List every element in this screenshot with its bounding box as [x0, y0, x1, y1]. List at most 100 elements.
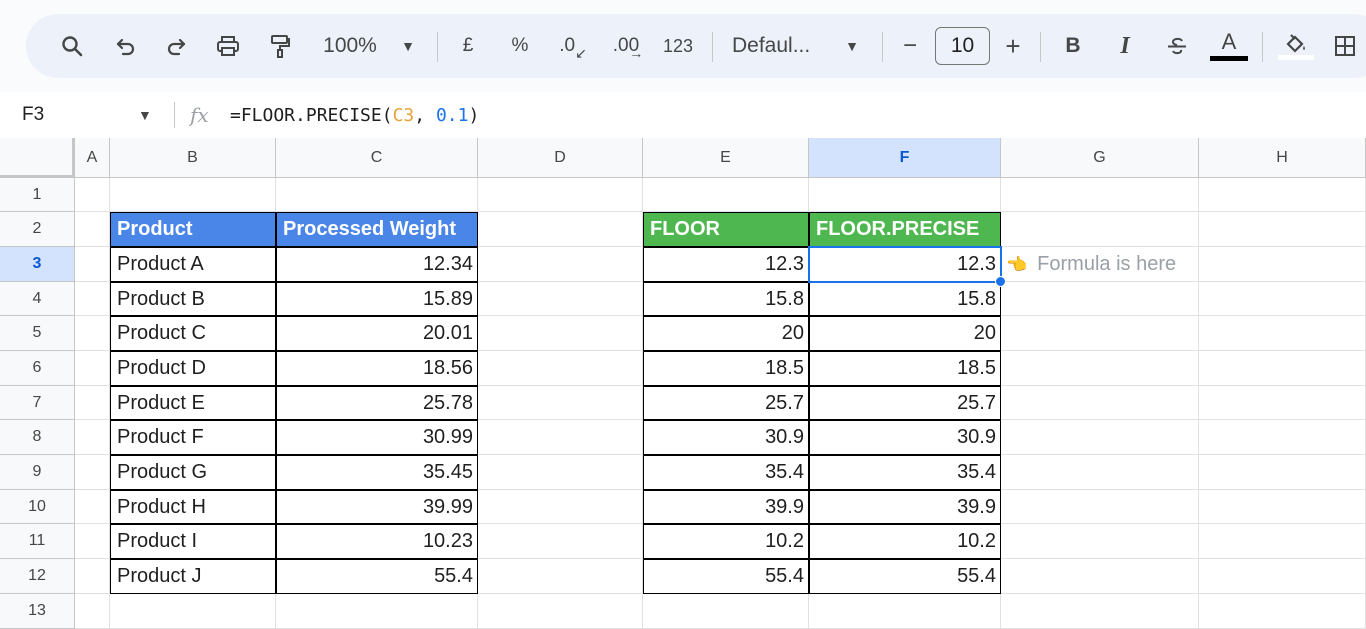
grid-cell[interactable]: [1199, 212, 1366, 247]
grid-cell[interactable]: [75, 212, 110, 247]
row-header-4[interactable]: 4: [0, 282, 75, 316]
table-cell[interactable]: Product B: [110, 282, 276, 316]
grid-cell[interactable]: [1001, 282, 1199, 316]
grid-cell[interactable]: [1001, 212, 1199, 247]
grid-cell[interactable]: [75, 386, 110, 420]
table-cell[interactable]: 35.45: [276, 455, 478, 490]
select-all-corner[interactable]: [0, 138, 75, 178]
paint-format-icon[interactable]: [262, 14, 298, 78]
grid-cell[interactable]: [1001, 524, 1199, 559]
row-header-8[interactable]: 8: [0, 420, 75, 455]
column-header-f[interactable]: F: [809, 138, 1001, 178]
text-color-button[interactable]: A: [1210, 14, 1248, 78]
grid-cell[interactable]: [1199, 420, 1366, 455]
table-cell[interactable]: Product G: [110, 455, 276, 490]
grid-cell[interactable]: [75, 316, 110, 351]
grid-cell[interactable]: [1199, 247, 1366, 282]
zoom-select[interactable]: 100%: [314, 14, 386, 78]
grid-cell[interactable]: [478, 420, 643, 455]
strikethrough-icon[interactable]: [1162, 14, 1192, 78]
table-cell[interactable]: 12.34: [276, 247, 478, 282]
table-cell[interactable]: Product C: [110, 316, 276, 351]
row-header-9[interactable]: 9: [0, 455, 75, 490]
row-header-1[interactable]: 1: [0, 178, 75, 212]
grid-cell[interactable]: [1001, 594, 1199, 629]
grid-cell[interactable]: [1001, 386, 1199, 420]
grid-cell[interactable]: [1199, 490, 1366, 524]
grid-cell[interactable]: [478, 524, 643, 559]
table-cell[interactable]: Product A: [110, 247, 276, 282]
bold-button[interactable]: B: [1060, 14, 1086, 78]
grid-cell[interactable]: [1001, 351, 1199, 386]
row-header-3[interactable]: 3: [0, 247, 75, 282]
table-cell[interactable]: 30.9: [809, 420, 1001, 455]
grid-cell[interactable]: [75, 282, 110, 316]
column-header-g[interactable]: G: [1001, 138, 1199, 178]
search-icon[interactable]: [54, 14, 90, 78]
table-cell[interactable]: Product J: [110, 559, 276, 594]
table-cell[interactable]: 35.4: [643, 455, 809, 490]
fill-handle[interactable]: [995, 276, 1006, 287]
grid-cell[interactable]: [478, 247, 643, 282]
row-header-10[interactable]: 10: [0, 490, 75, 524]
print-icon[interactable]: [210, 14, 246, 78]
table-cell[interactable]: 55.4: [809, 559, 1001, 594]
table-cell[interactable]: 25.7: [809, 386, 1001, 420]
table-cell[interactable]: 20.01: [276, 316, 478, 351]
table-cell[interactable]: 35.4: [809, 455, 1001, 490]
grid-cell[interactable]: [478, 559, 643, 594]
row-header-5[interactable]: 5: [0, 316, 75, 351]
table-cell[interactable]: 30.99: [276, 420, 478, 455]
grid-cell[interactable]: [1199, 455, 1366, 490]
grid-cell[interactable]: [478, 282, 643, 316]
grid-cell[interactable]: [478, 455, 643, 490]
chevron-down-icon[interactable]: ▼: [396, 14, 420, 78]
table-cell[interactable]: Product I: [110, 524, 276, 559]
table-cell[interactable]: 18.5: [809, 351, 1001, 386]
table-cell[interactable]: 20: [809, 316, 1001, 351]
table-cell[interactable]: Product F: [110, 420, 276, 455]
table-cell[interactable]: Product H: [110, 490, 276, 524]
row-header-6[interactable]: 6: [0, 351, 75, 386]
column-header-b[interactable]: B: [110, 138, 276, 178]
grid-cell[interactable]: [1001, 316, 1199, 351]
borders-icon[interactable]: [1330, 14, 1360, 78]
table-cell[interactable]: 12.3: [809, 247, 1001, 282]
increase-decimal-button[interactable]: .00 →: [606, 14, 650, 78]
table-cell[interactable]: 10.2: [643, 524, 809, 559]
column-header-h[interactable]: H: [1199, 138, 1366, 178]
font-size-input[interactable]: 10: [935, 27, 990, 65]
grid-cell[interactable]: [75, 247, 110, 282]
grid-cell[interactable]: [75, 559, 110, 594]
grid-cell[interactable]: [478, 594, 643, 629]
table-cell[interactable]: 39.99: [276, 490, 478, 524]
row-header-12[interactable]: 12: [0, 559, 75, 594]
percent-button[interactable]: %: [506, 14, 534, 78]
row-header-7[interactable]: 7: [0, 386, 75, 420]
table-cell[interactable]: 15.8: [643, 282, 809, 316]
column-header-c[interactable]: C: [276, 138, 478, 178]
grid-cell[interactable]: [75, 490, 110, 524]
grid-cell[interactable]: [478, 490, 643, 524]
grid-cell[interactable]: [809, 594, 1001, 629]
number-format-button[interactable]: 123: [658, 14, 698, 78]
grid-cell[interactable]: [478, 212, 643, 247]
table-cell[interactable]: 39.9: [809, 490, 1001, 524]
table-cell[interactable]: 39.9: [643, 490, 809, 524]
undo-icon[interactable]: [108, 14, 144, 78]
minus-icon[interactable]: −: [898, 14, 922, 78]
name-box[interactable]: F3: [22, 92, 44, 138]
grid-cell[interactable]: [1001, 420, 1199, 455]
grid-cell[interactable]: [110, 594, 276, 629]
formula-input[interactable]: =FLOOR.PRECISE(C3, 0.1): [230, 92, 479, 138]
grid-cell[interactable]: [1001, 490, 1199, 524]
grid-cell[interactable]: [478, 386, 643, 420]
currency-button[interactable]: £: [454, 14, 482, 78]
table-cell[interactable]: 20: [643, 316, 809, 351]
grid-cell[interactable]: [75, 455, 110, 490]
table-cell[interactable]: 18.5: [643, 351, 809, 386]
grid-cell[interactable]: [1199, 524, 1366, 559]
grid-cell[interactable]: [1199, 282, 1366, 316]
grid-cell[interactable]: [478, 178, 643, 212]
column-header-a[interactable]: A: [75, 138, 110, 178]
